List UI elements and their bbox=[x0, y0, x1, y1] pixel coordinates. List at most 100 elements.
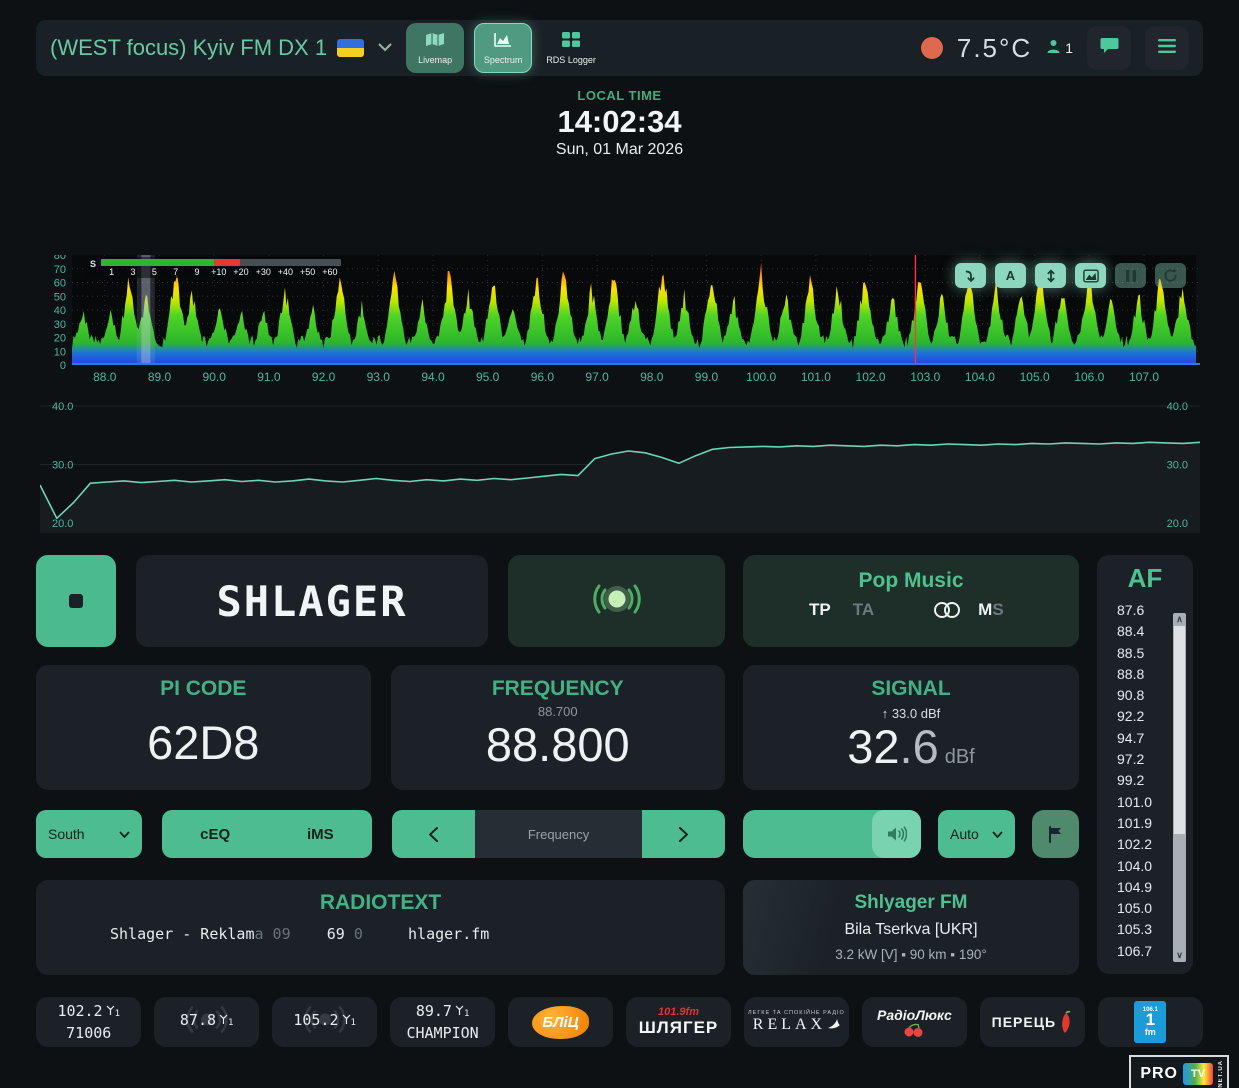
status-dot bbox=[921, 37, 943, 59]
preset-button[interactable]: 87.81 bbox=[154, 997, 259, 1047]
cherries-icon bbox=[901, 1023, 927, 1037]
broadcast-icon bbox=[179, 1003, 235, 1042]
rds-logger-label: RDS Logger bbox=[546, 55, 596, 65]
preset-button[interactable]: 101.9fmШЛЯГЕР bbox=[626, 997, 731, 1047]
spectrum-label: Spectrum bbox=[484, 55, 523, 65]
antenna-icon: 1 bbox=[106, 1005, 120, 1024]
onefm-logo: 106.11fm bbox=[1134, 1001, 1166, 1043]
preset-button[interactable]: 106.11fm bbox=[1098, 997, 1203, 1047]
svg-text:90.0: 90.0 bbox=[203, 370, 227, 384]
signal-unit: dBf bbox=[945, 746, 975, 768]
svg-text:107.0: 107.0 bbox=[1129, 370, 1159, 384]
eq-ims-toggle[interactable]: cEQ iMS bbox=[162, 810, 372, 858]
scrollbar-thumb[interactable] bbox=[1174, 626, 1185, 834]
mode-select[interactable]: Auto bbox=[938, 810, 1015, 858]
radiotext-segment: Shlager - Reklam bbox=[110, 925, 255, 943]
svg-text:102.0: 102.0 bbox=[856, 370, 886, 384]
s-meter-tick: 7 bbox=[165, 267, 186, 277]
protv-logo: PRO TV NET.UA bbox=[1129, 1055, 1229, 1088]
ta-flag: TA bbox=[853, 600, 874, 620]
menu-button[interactable] bbox=[1145, 26, 1189, 70]
scroll-down-arrow[interactable]: ∨ bbox=[1173, 950, 1186, 961]
broadcast-icon bbox=[297, 1003, 353, 1042]
antenna-icon: 1 bbox=[455, 1005, 469, 1024]
server-title[interactable]: (WEST focus) Kyiv FM DX 1 bbox=[50, 35, 327, 61]
antenna-select-value: South bbox=[48, 826, 85, 842]
svg-text:103.0: 103.0 bbox=[910, 370, 940, 384]
peak-hold-down-button[interactable] bbox=[955, 263, 986, 288]
chat-button[interactable] bbox=[1087, 26, 1131, 70]
frequency-value: 88.800 bbox=[391, 719, 726, 771]
broadcast-stereo-icon bbox=[581, 580, 653, 623]
pi-code-label: PI CODE bbox=[36, 677, 371, 701]
spectrum-graph[interactable]: 8070605040302010088.089.090.091.092.093.… bbox=[40, 255, 1200, 389]
chevron-right-icon bbox=[679, 827, 688, 842]
radiotext-segment: hlager.fm bbox=[363, 925, 489, 943]
af-label: AF bbox=[1097, 555, 1193, 594]
svg-text:89.0: 89.0 bbox=[148, 370, 172, 384]
preset-button[interactable]: ПЕРЕЦЬ bbox=[980, 997, 1085, 1047]
spectrum-button[interactable]: Spectrum bbox=[474, 23, 532, 73]
report-flag-button[interactable] bbox=[1032, 810, 1079, 858]
preset-button[interactable]: БЛіЦ bbox=[508, 997, 613, 1047]
preset-button[interactable]: РадіоЛюкс bbox=[862, 997, 967, 1047]
station-location: Bila Tserkva [UKR] bbox=[743, 921, 1079, 939]
autoscale-button[interactable]: A bbox=[995, 263, 1026, 288]
ukraine-flag-icon bbox=[337, 39, 364, 57]
rds-logger-button[interactable]: RDS Logger bbox=[542, 23, 600, 73]
spectrum-toolbar: A bbox=[955, 263, 1186, 288]
svg-text:100.0: 100.0 bbox=[746, 370, 776, 384]
frequency-input[interactable]: Frequency bbox=[475, 810, 642, 858]
svg-text:88.0: 88.0 bbox=[93, 370, 117, 384]
svg-text:30.0: 30.0 bbox=[52, 460, 73, 472]
local-time-panel: LOCAL TIME 14:02:34 Sun, 01 Mar 2026 bbox=[0, 88, 1239, 159]
graph-style-button[interactable] bbox=[1075, 263, 1106, 288]
footer: PRO TV NET.UA bbox=[10, 1055, 1229, 1088]
chevron-down-icon[interactable] bbox=[378, 39, 392, 57]
s-meter-tick: 9 bbox=[186, 267, 207, 277]
s-meter-scale: 13579+10+20+30+40+50+60 bbox=[101, 267, 341, 277]
s-meter-label: S bbox=[90, 259, 96, 269]
preset-button[interactable]: 102.2171006 bbox=[36, 997, 141, 1047]
antenna-select[interactable]: South bbox=[36, 810, 142, 858]
pause-button[interactable] bbox=[1115, 263, 1146, 288]
refresh-button[interactable] bbox=[1155, 263, 1186, 288]
s-meter-tick: 3 bbox=[122, 267, 143, 277]
station-presets: 102.2171006 87.81 105.21 89.71CHAMPION БЛіЦ 1… bbox=[36, 997, 1203, 1047]
hamburger-icon bbox=[1158, 39, 1176, 58]
volume-slider[interactable] bbox=[743, 810, 921, 858]
preset-button[interactable]: 89.71CHAMPION bbox=[390, 997, 495, 1047]
radiotext-label: RADIOTEXT bbox=[36, 891, 725, 915]
chevron-down-icon bbox=[119, 831, 130, 838]
stereo-circles-icon bbox=[932, 601, 962, 619]
preset-button[interactable]: 105.21 bbox=[272, 997, 377, 1047]
svg-text:20.0: 20.0 bbox=[1167, 518, 1188, 530]
signal-history-plot: 40.040.030.030.020.020.0 bbox=[40, 397, 1200, 538]
main-grid: SHLAGER PI CODE 62D8 bbox=[36, 555, 1203, 975]
frequency-up-button[interactable] bbox=[642, 810, 725, 858]
livemap-button[interactable]: Livemap bbox=[406, 23, 464, 73]
ceq-label: cEQ bbox=[200, 826, 230, 843]
s-meter-bar bbox=[101, 259, 341, 266]
svg-text:0: 0 bbox=[60, 360, 66, 372]
volume-handle[interactable] bbox=[872, 810, 921, 858]
scroll-up-arrow[interactable]: ∧ bbox=[1173, 614, 1186, 625]
preset-button[interactable]: ЛЕГКЕ ТА СПОКІЙНЕ РАДІОRELAX bbox=[744, 997, 849, 1047]
vertical-scale-button[interactable] bbox=[1035, 263, 1066, 288]
local-date: Sun, 01 Mar 2026 bbox=[0, 141, 1239, 159]
map-icon bbox=[425, 32, 445, 52]
ims-label: iMS bbox=[307, 826, 334, 843]
svg-text:40.0: 40.0 bbox=[1167, 401, 1188, 413]
svg-text:91.0: 91.0 bbox=[257, 370, 281, 384]
ps-card: SHLAGER bbox=[136, 555, 488, 647]
s-meter: S 13579+10+20+30+40+50+60 bbox=[86, 257, 345, 278]
frequency-down-button[interactable] bbox=[392, 810, 475, 858]
stop-playback-button[interactable] bbox=[36, 555, 116, 647]
shlyager-freq: 101.9fm bbox=[658, 1006, 699, 1018]
shlyager-logo: ШЛЯГЕР bbox=[639, 1018, 719, 1038]
s-meter-tick: +20 bbox=[230, 267, 252, 277]
station-info-card[interactable]: Shlyager FM Bila Tserkva [UKR] 3.2 kW [V… bbox=[743, 880, 1079, 975]
svg-text:94.0: 94.0 bbox=[421, 370, 445, 384]
af-scrollbar[interactable]: ∧ ∨ bbox=[1173, 613, 1186, 962]
s-meter-tick: 1 bbox=[101, 267, 122, 277]
